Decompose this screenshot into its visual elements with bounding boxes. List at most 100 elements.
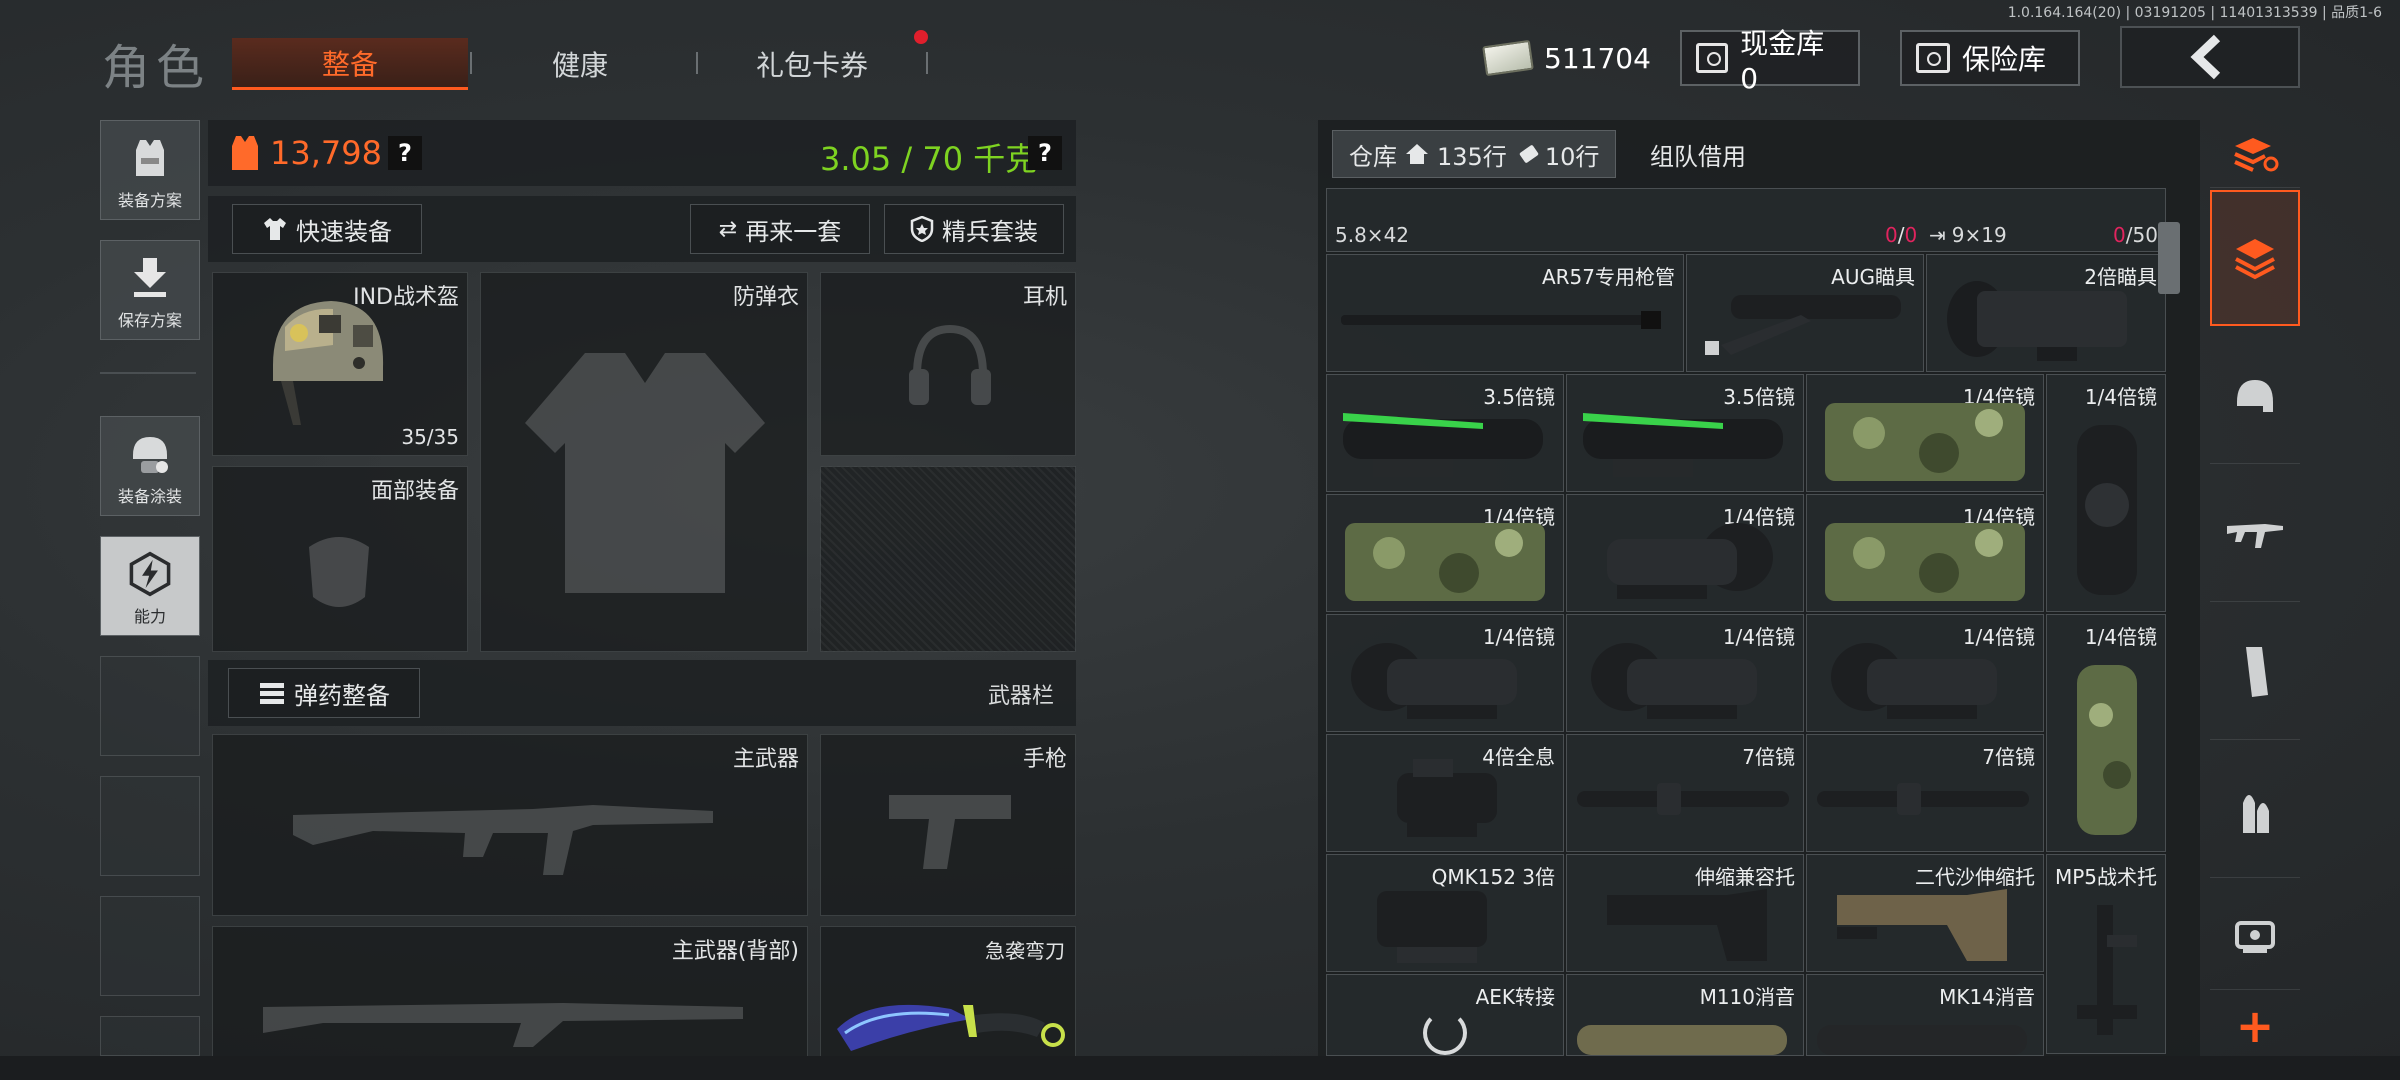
equipment-paint-button[interactable]: 装备涂装: [100, 416, 200, 516]
inventory-item[interactable]: AR57专用枪管: [1326, 254, 1684, 372]
reequip-button[interactable]: ⇄ 再来一套: [690, 204, 870, 254]
inventory-item[interactable]: 1/4倍镜: [1326, 614, 1564, 732]
armor-slot-label: 防弹衣: [732, 285, 799, 310]
inventory-item[interactable]: 1/4倍镜: [1806, 494, 2044, 612]
item-name: M110消音: [1699, 985, 1795, 1009]
ability-slot[interactable]: [100, 656, 200, 756]
inventory-item[interactable]: 1/4倍镜: [1566, 494, 1804, 612]
headset-icon: [905, 319, 995, 423]
inventory-item[interactable]: AUG瞄具: [1686, 254, 1924, 372]
inventory-item[interactable]: 1/4倍镜: [1326, 494, 1564, 612]
helmet-paint-icon: [127, 431, 173, 477]
pistol-slot[interactable]: 手枪: [820, 734, 1076, 916]
ammo-prep-button[interactable]: 弹药整备: [228, 668, 420, 718]
item-name: 1/4倍镜: [2084, 625, 2157, 649]
item-name: MK14消音: [1939, 985, 2035, 1009]
inventory-item[interactable]: 3.5倍镜: [1566, 374, 1804, 492]
category-magazine-button[interactable]: [2210, 604, 2300, 740]
ability-slot[interactable]: [100, 896, 200, 996]
add-category-button[interactable]: +: [2210, 994, 2300, 1058]
face-mask-icon: [299, 527, 379, 621]
tab-equip[interactable]: 整备: [232, 38, 468, 90]
inventory-item[interactable]: MK14消音: [1806, 974, 2044, 1056]
shield-icon: [910, 216, 934, 242]
inventory-item[interactable]: 1/4倍镜: [1566, 614, 1804, 732]
ammo-5.8-label: 5.8×42: [1335, 223, 1410, 247]
inventory-item[interactable]: 2倍瞄具: [1926, 254, 2166, 372]
tab-health[interactable]: 健康: [462, 38, 698, 90]
cash-icon: [1482, 39, 1534, 77]
melee-slot[interactable]: 急袭弯刀: [820, 926, 1076, 1060]
inventory-item[interactable]: 1/4倍镜: [2046, 374, 2166, 612]
download-arrow-icon: [127, 255, 173, 301]
face-slot[interactable]: 面部装备: [212, 466, 468, 652]
scope-icon: [1827, 633, 2027, 731]
back-button[interactable]: [2120, 26, 2300, 88]
back-weapon-slot[interactable]: 主武器(背部): [212, 926, 808, 1060]
quick-equip-label: 快速装备: [296, 217, 392, 246]
headset-slot[interactable]: 耳机: [820, 272, 1076, 456]
save-plan-button[interactable]: 保存方案: [100, 240, 200, 340]
ammo-9x19-count: 0/50: [2113, 223, 2158, 247]
count-value: /50: [2125, 223, 2158, 247]
value-help-button[interactable]: ?: [388, 136, 422, 170]
category-all-button[interactable]: [2210, 190, 2300, 326]
helmet-slot[interactable]: IND战术盔 35/35: [212, 272, 468, 456]
inventory-item[interactable]: M110消音: [1566, 974, 1804, 1056]
tab-warehouse[interactable]: 仓库 135行 10行: [1332, 130, 1617, 178]
inventory-item[interactable]: 4倍全息: [1326, 734, 1564, 852]
inventory-item[interactable]: 二代沙伸缩托: [1806, 854, 2044, 972]
category-helmet-button[interactable]: [2210, 328, 2300, 464]
body-armor-icon: [515, 343, 775, 607]
carry-weight: 3.05 / 70 千克: [820, 140, 1038, 178]
ability-slot[interactable]: [100, 1016, 200, 1056]
tab-team-borrow[interactable]: 组队借用: [1634, 130, 1762, 178]
inventory-item[interactable]: MP5战术托: [2046, 854, 2166, 1054]
inventory-item[interactable]: 7倍镜: [1566, 734, 1804, 852]
armor-slot[interactable]: 防弹衣: [480, 272, 808, 652]
exit-arrow-icon: ⇥: [1929, 223, 1946, 247]
ammo-9x19: ⇥ 9×19: [1929, 223, 2007, 247]
elite-set-button[interactable]: 精兵套装: [884, 204, 1064, 254]
folding-stock-icon: [2067, 895, 2147, 1049]
ability-button[interactable]: 能力: [100, 536, 200, 636]
loading-spinner-icon: [1423, 1011, 1467, 1055]
primary-weapon-slot[interactable]: 主武器: [212, 734, 808, 916]
ammo-icon: [260, 683, 284, 704]
holo-sight-icon: [1377, 749, 1517, 849]
divider: [100, 372, 196, 374]
plus-icon: +: [2235, 999, 2275, 1053]
weight-help-button[interactable]: ?: [1028, 136, 1062, 170]
inventory-item[interactable]: 伸缩兼容托: [1566, 854, 1804, 972]
inventory-item[interactable]: 7倍镜: [1806, 734, 2044, 852]
quick-equip-button[interactable]: 快速装备: [232, 204, 422, 254]
inventory-item[interactable]: 1/4倍镜: [2046, 614, 2166, 852]
ability-slot[interactable]: [100, 776, 200, 876]
rifle-back-icon: [263, 977, 743, 1061]
category-ammo-button[interactable]: [2210, 742, 2300, 878]
cash-vault-label: 现金库 0: [1740, 26, 1825, 95]
ticket-icon: [1518, 144, 1539, 164]
tab-gift-coupons[interactable]: 礼包卡券: [694, 38, 930, 90]
scope-icon: [1587, 633, 1787, 731]
long-scope-icon: [1817, 779, 2037, 823]
inventory-item[interactable]: 1/4倍镜: [1806, 374, 2044, 492]
category-attachment-button[interactable]: [2210, 880, 2300, 990]
cash-vault-button[interactable]: 现金库 0: [1680, 27, 1860, 95]
item-name: 7倍镜: [1982, 745, 2035, 769]
scope-icon: [1587, 513, 1787, 611]
ammo-bar: 弹药整备 武器栏: [208, 660, 1076, 726]
weapon-bar-label: 武器栏: [987, 684, 1054, 709]
pistol-label: 手枪: [1022, 747, 1067, 772]
magazine-icon: [2246, 646, 2268, 697]
inventory-item[interactable]: 1/4倍镜: [1806, 614, 2044, 732]
category-rifle-button[interactable]: [2210, 466, 2300, 602]
inventory-item[interactable]: 3.5倍镜: [1326, 374, 1564, 492]
insurance-vault-button[interactable]: 保险库: [1900, 30, 2080, 86]
count-value: 0: [1885, 223, 1898, 247]
loadout-plan-button[interactable]: 装备方案: [100, 120, 200, 220]
inventory-item[interactable]: QMK152 3倍: [1326, 854, 1564, 972]
warehouse-scrollbar[interactable]: [2158, 222, 2180, 294]
inventory-item[interactable]: AEK转接: [1326, 974, 1564, 1056]
sort-category-button[interactable]: [2210, 120, 2300, 188]
